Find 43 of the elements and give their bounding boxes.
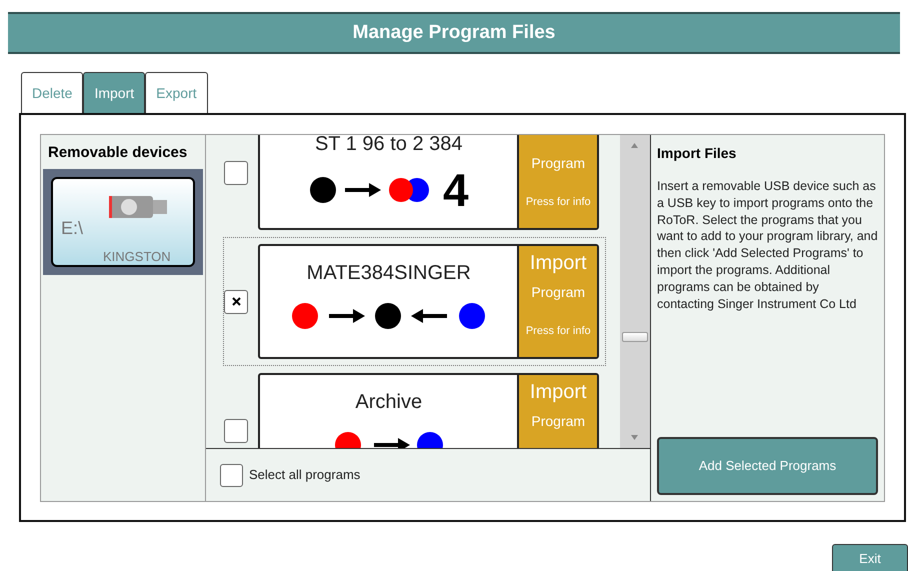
program-title: Archive [355,390,422,415]
info-label: Press for info [526,324,591,339]
program-title: ST 1 96 to 2 384 [314,135,462,157]
program-row[interactable]: Archive Import Program [223,366,606,448]
tab[interactable]: Import [83,72,146,113]
tab[interactable]: Export [145,72,208,113]
program-card[interactable]: ST 1 96 to 2 384 4 Program Press for info [258,135,599,230]
import-label: Import [530,251,587,276]
checkbox[interactable] [220,464,243,486]
info-text: Insert a removable USB device such as a USB key to import programs onto the RoToR. Select the programs that you want to add to your program library, and then click 'Add Selected Programs' to import the programs. Additional programs can be obtained by contacting Singer Instrument Co Ltd [657,178,878,312]
program-row[interactable]: ST 1 96 to 2 384 4 Program Press for info [223,135,606,237]
program-label: Program [531,412,586,431]
info-heading: Import Files [657,144,738,163]
scroll-thumb[interactable] [622,332,648,342]
exit-button[interactable]: Exit [832,544,908,571]
checkbox[interactable] [224,418,248,442]
program-card[interactable]: Archive Import Program [258,373,599,448]
import-program-button[interactable]: Program Press for info [517,135,597,228]
quadrant-count: 4 [442,167,469,213]
checkbox[interactable] [224,290,248,314]
drive-letter: E:\ [61,216,84,240]
import-program-button[interactable]: Import Program Press for info [517,246,597,357]
select-all-label: Select all programs [249,466,360,484]
tab[interactable]: Delete [21,72,84,113]
info-label: Press for info [526,195,591,210]
devices-heading: Removable devices [47,143,188,163]
scroll-up-icon [631,143,638,148]
program-label: Program [531,283,586,302]
import-label: Import [530,380,587,405]
cross-icon [232,297,240,306]
add-selected-button[interactable]: Add Selected Programs [657,437,878,495]
import-program-button[interactable]: Import Program [517,375,597,448]
program-row[interactable]: MATE384SINGER Import Program Press for info [223,237,606,366]
window-title: Manage Program Files [352,20,556,45]
program-label: Program [531,154,586,173]
program-title: MATE384SINGER [306,261,471,286]
device-name: KINGSTON [103,248,171,266]
checkbox[interactable] [224,160,248,184]
scroll-down-icon [631,435,638,440]
program-card[interactable]: MATE384SINGER Import Program Press for info [258,244,599,359]
device-item[interactable]: E:\ KINGSTON [43,168,203,274]
scrollbar[interactable] [620,135,650,448]
usb-drive-icon [109,194,169,218]
